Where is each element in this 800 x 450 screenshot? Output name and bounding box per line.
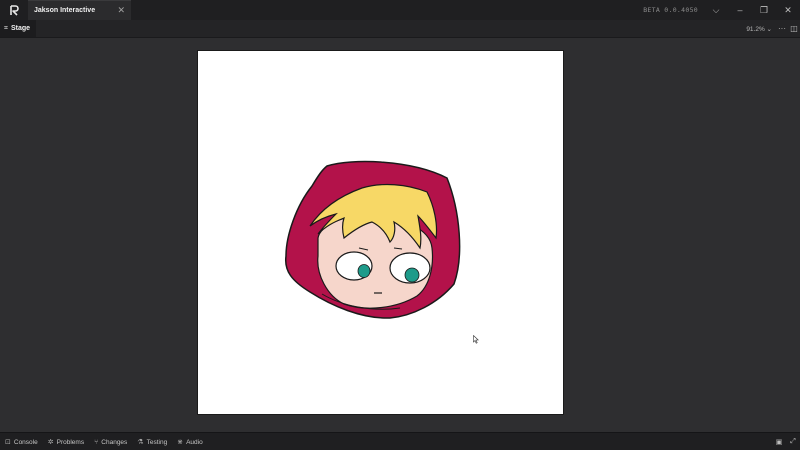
problems-button[interactable]: ✲ Problems [43,433,89,450]
stage-canvas[interactable] [198,51,563,414]
console-button[interactable]: ⊡ Console [0,433,43,450]
hooded-character-sprite[interactable] [282,156,462,321]
document-tab[interactable]: Jakson Interactive ✕ [28,0,131,20]
branch-icon: ⑂ [94,438,99,446]
app-logo-icon[interactable] [0,0,28,20]
more-options-icon[interactable]: ··· [776,20,788,37]
stage-viewport[interactable] [0,38,800,432]
console-icon: ⊡ [5,439,11,446]
restore-window-icon[interactable]: ❐ [752,0,776,20]
panel-layout-icon[interactable]: ◫ [788,20,800,37]
bug-icon: ✲ [47,439,54,446]
document-tab-title: Jakson Interactive [34,7,96,14]
panel-toggle-icon[interactable]: ▣ [772,433,786,450]
right-pupil [404,267,420,283]
changes-label: Changes [101,438,128,446]
console-label: Console [13,438,38,446]
version-dropdown-chevron-icon[interactable]: ⌵ [704,0,728,20]
testing-label: Testing [146,438,168,446]
tab-stage[interactable]: ⌗ Stage [0,20,37,37]
expand-icon[interactable]: ⤢ [786,433,800,450]
zoom-level-dropdown[interactable]: 91.2% ⌄ [746,25,772,33]
grid-icon: ⌗ [4,24,8,32]
close-window-icon[interactable]: ✕ [776,0,800,20]
flask-icon: ⚗ [137,439,144,446]
audio-label: Audio [186,438,203,446]
audio-icon: ⋇ [177,439,184,446]
close-tab-icon[interactable]: ✕ [117,5,125,16]
left-pupil [357,264,371,278]
app-window: Jakson Interactive ✕ BETA 0.0.4050 ⌵ – ❐… [0,0,800,450]
stage-panel-header: ⌗ Stage 91.2% ⌄ ··· ◫ [0,20,800,38]
tab-stage-label: Stage [10,25,31,32]
problems-label: Problems [56,438,85,446]
version-label: BETA 0.0.4050 [643,6,698,14]
audio-button[interactable]: ⋇ Audio [172,433,208,450]
minimize-window-icon[interactable]: – [728,0,752,20]
mouse-cursor-icon [473,335,479,344]
bottom-panel-bar: ⊡ Console ✲ Problems ⑂ Changes ⚗ Testing… [0,432,800,450]
title-bar: Jakson Interactive ✕ BETA 0.0.4050 ⌵ – ❐… [0,0,800,20]
changes-button[interactable]: ⑂ Changes [89,433,132,450]
testing-button[interactable]: ⚗ Testing [132,433,172,450]
